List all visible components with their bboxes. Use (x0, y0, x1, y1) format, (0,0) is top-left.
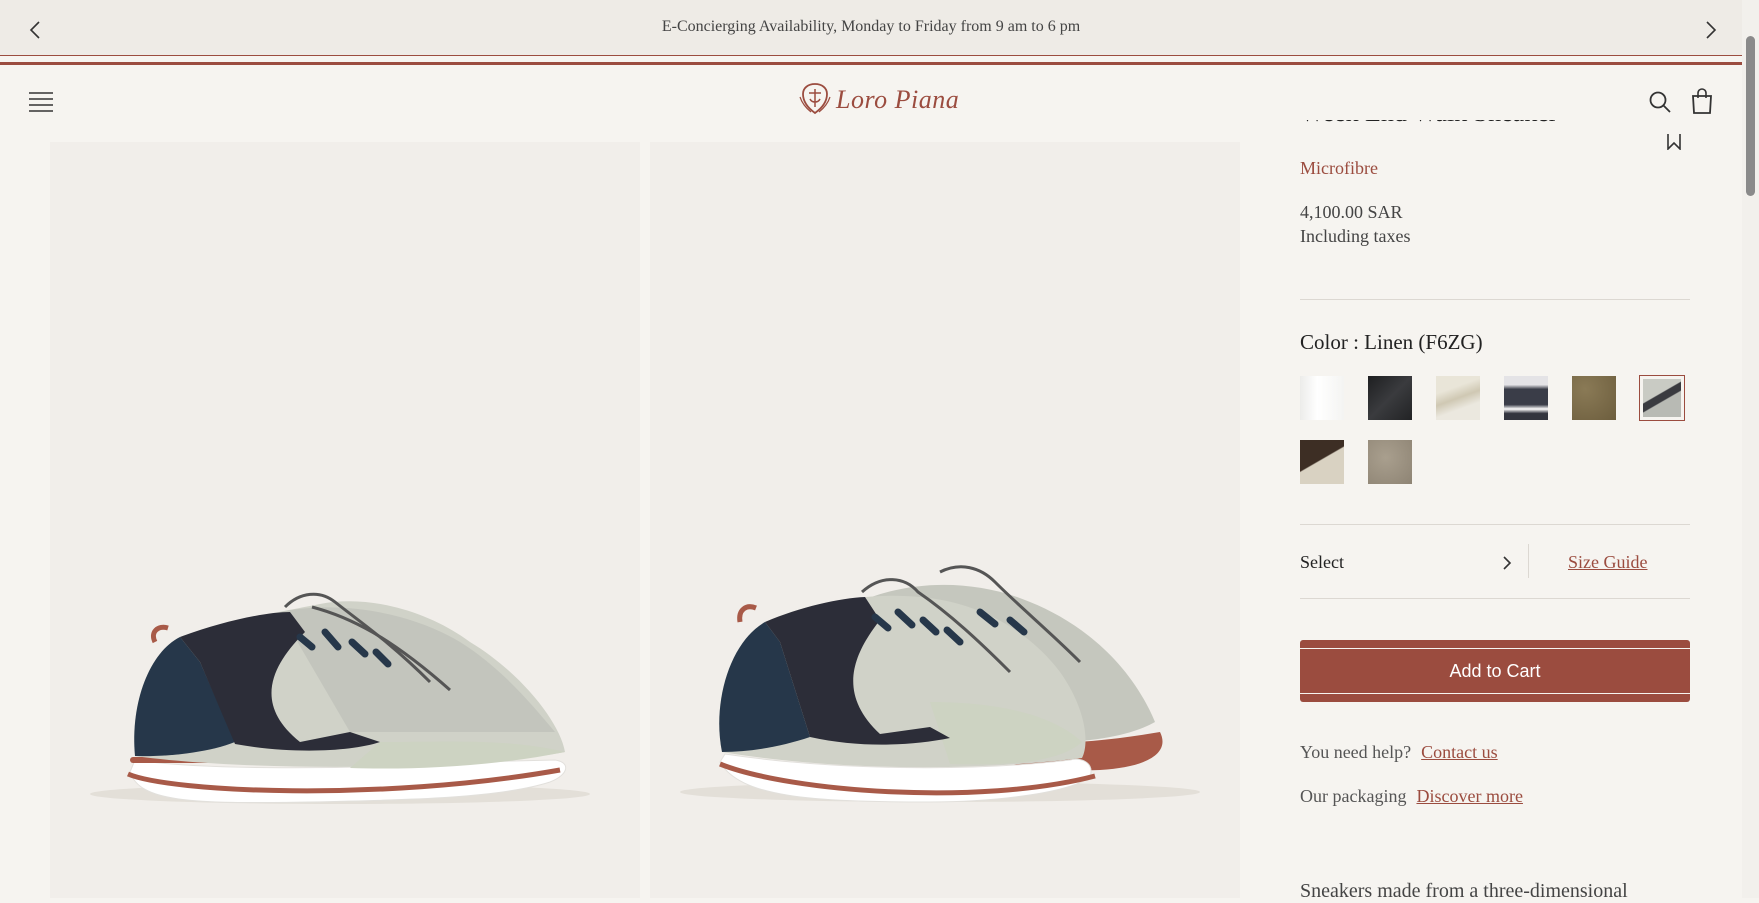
help-text: You need help? (1300, 742, 1412, 762)
announcement-bar: E-Concierging Availability, Monday to Fr… (0, 0, 1742, 56)
product-image-side[interactable] (50, 142, 640, 898)
logo-text: Loro Piana (836, 85, 960, 114)
divider (1300, 299, 1690, 300)
help-row: You need help? Contact us (1300, 742, 1498, 763)
brand-logo[interactable]: Loro Piana (798, 81, 959, 121)
swatch-black[interactable] (1368, 376, 1412, 420)
sneaker-side-image (90, 592, 590, 804)
swatch-beige-white[interactable] (1436, 376, 1480, 420)
cart-bag-button[interactable] (1690, 88, 1714, 114)
shopping-bag-icon (1692, 88, 1712, 114)
size-guide-link[interactable]: Size Guide (1568, 552, 1647, 573)
swatch-brown-beige[interactable] (1300, 440, 1344, 484)
hamburger-menu-icon (29, 92, 53, 112)
add-to-cart-button[interactable]: Add to Cart (1300, 640, 1690, 702)
site-header: Loro Piana (0, 66, 1742, 142)
swatch-white[interactable] (1300, 376, 1344, 420)
swatch-taupe[interactable] (1368, 440, 1412, 484)
chevron-right-icon (1503, 556, 1512, 570)
product-price: 4,100.00 SAR (1300, 202, 1403, 222)
color-label: Color : Linen (F6ZG) (1300, 330, 1483, 354)
tax-note: Including taxes (1300, 226, 1411, 246)
brand-divider (0, 62, 1742, 65)
swatch-olive-brown[interactable] (1572, 376, 1616, 420)
product-description: Sneakers made from a three-dimensional (1300, 880, 1628, 902)
wishlist-button[interactable] (1666, 130, 1682, 150)
menu-button[interactable] (28, 90, 54, 114)
bookmark-icon (1666, 130, 1682, 150)
announcement-next-button[interactable] (1700, 18, 1720, 42)
search-button[interactable] (1648, 90, 1672, 114)
select-separator (1528, 544, 1529, 578)
size-select-chevron[interactable] (1500, 554, 1514, 572)
crest-icon (799, 83, 831, 115)
search-icon (1649, 91, 1671, 113)
chevron-right-icon (1706, 21, 1717, 39)
contact-us-link[interactable]: Contact us (1421, 742, 1498, 762)
packaging-text: Our packaging (1300, 786, 1407, 806)
swatch-linen[interactable] (1639, 375, 1685, 421)
product-material: Microfibre (1300, 158, 1378, 178)
product-image-pair[interactable] (650, 142, 1240, 898)
swatch-navy-white[interactable] (1504, 376, 1548, 420)
scrollbar-thumb[interactable] (1746, 36, 1755, 196)
announcement-text: E-Concierging Availability, Monday to Fr… (661, 18, 1081, 35)
page-scrollbar[interactable] (1742, 0, 1759, 898)
packaging-row: Our packaging Discover more (1300, 786, 1523, 807)
discover-more-link[interactable]: Discover more (1416, 786, 1522, 806)
divider (1300, 598, 1690, 599)
divider (1300, 524, 1690, 525)
size-select[interactable]: Select (1300, 552, 1344, 573)
sneaker-pair-image (680, 565, 1200, 803)
